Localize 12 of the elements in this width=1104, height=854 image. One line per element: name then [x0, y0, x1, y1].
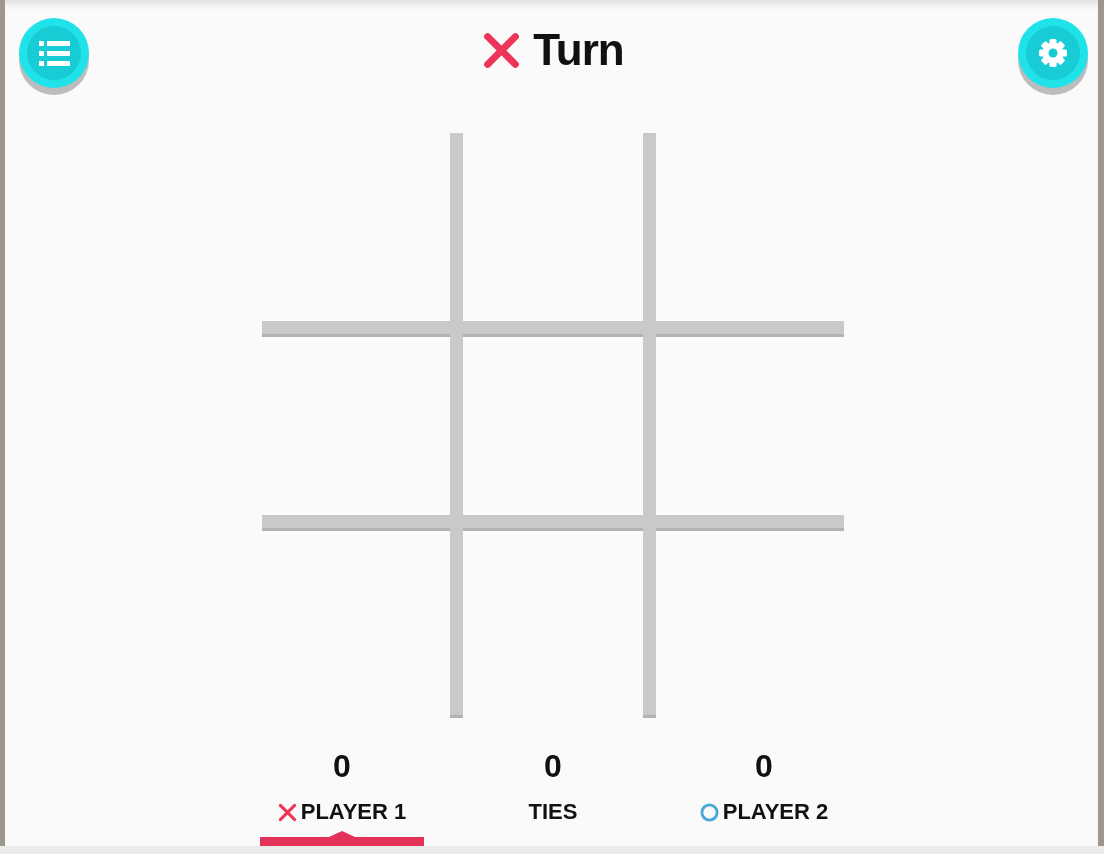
- player-label: PLAYER 1: [300, 799, 407, 825]
- cross-icon: [483, 31, 521, 69]
- settings-icon: [1026, 26, 1080, 80]
- turn-label: Turn: [533, 25, 624, 75]
- list-icon: [27, 26, 81, 80]
- player-label: TIES: [528, 799, 578, 825]
- score-value: 0: [333, 748, 351, 784]
- cross-icon: [277, 802, 297, 822]
- score-value: 0: [755, 748, 773, 784]
- score-value: 0: [544, 748, 562, 784]
- player-label: PLAYER 2: [722, 799, 829, 825]
- ring-icon: [699, 802, 719, 822]
